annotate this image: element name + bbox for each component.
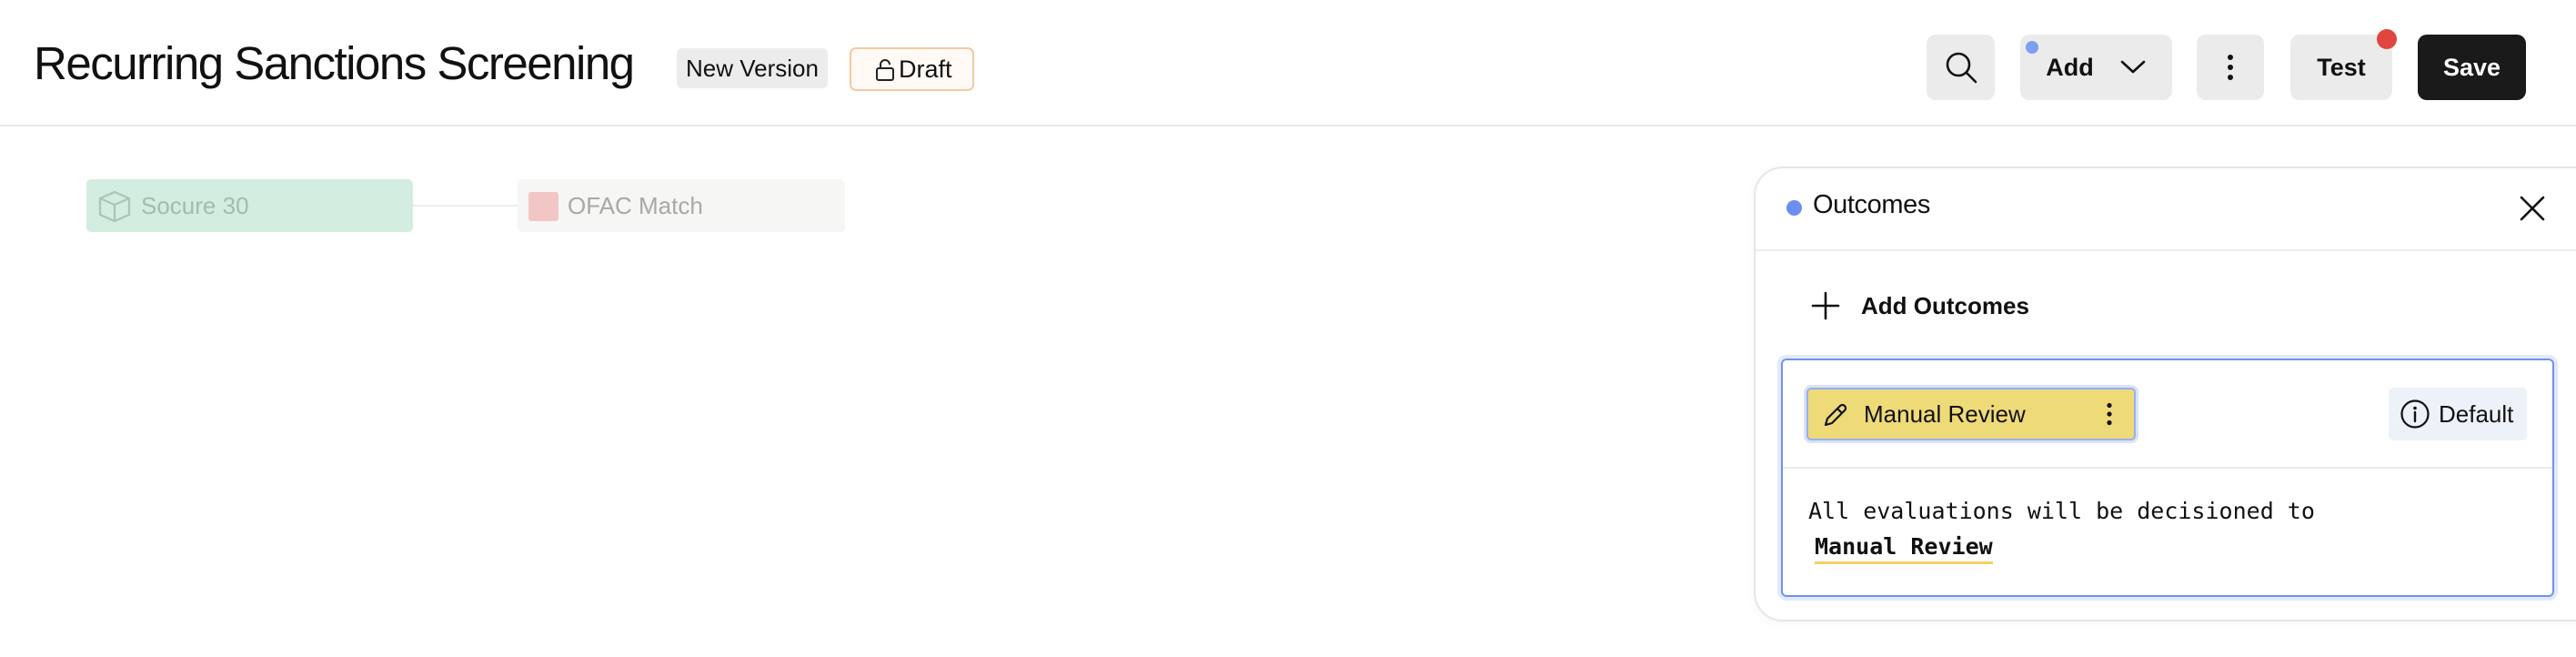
add-indicator-dot bbox=[2026, 41, 2038, 54]
search-button[interactable] bbox=[1927, 35, 1995, 100]
outcome-value: Manual Review bbox=[1815, 532, 1993, 564]
canvas-node-label: OFAC Match bbox=[568, 192, 703, 219]
close-icon[interactable] bbox=[2518, 194, 2547, 223]
add-dropdown-button[interactable]: Add bbox=[2020, 35, 2172, 100]
page-title: Recurring Sanctions Screening bbox=[34, 37, 635, 89]
outcome-card[interactable]: Manual Review Default All evaluations wi… bbox=[1781, 359, 2554, 597]
canvas-node-ofac[interactable]: OFAC Match bbox=[518, 179, 845, 232]
draft-status-label: Draft bbox=[899, 56, 952, 83]
outcome-name-label: Manual Review bbox=[1864, 400, 2026, 428]
add-outcomes-label: Add Outcomes bbox=[1861, 291, 2029, 319]
version-badge: New Version bbox=[677, 48, 828, 88]
test-button[interactable]: Test bbox=[2290, 35, 2392, 100]
add-label: Add bbox=[2046, 53, 2094, 81]
canvas-node-socure[interactable]: Socure 30 bbox=[86, 179, 413, 232]
vertical-ellipsis-icon bbox=[2228, 55, 2233, 80]
vertical-ellipsis-icon[interactable] bbox=[2106, 402, 2113, 426]
info-icon bbox=[2400, 399, 2430, 429]
canvas-node-label: Socure 30 bbox=[141, 192, 249, 219]
node-connector bbox=[413, 205, 518, 207]
unlock-icon bbox=[876, 59, 894, 81]
search-icon bbox=[1946, 52, 1977, 84]
outcome-name-pill[interactable]: Manual Review bbox=[1806, 388, 2136, 440]
test-notification-dot bbox=[2377, 29, 2397, 49]
draft-status-badge[interactable]: Draft bbox=[850, 47, 974, 91]
outcome-description: All evaluations will be decisioned to bbox=[1808, 498, 2315, 524]
cube-icon bbox=[98, 190, 131, 223]
top-bar: Recurring Sanctions Screening New Versio… bbox=[0, 0, 2576, 126]
panel-header: Outcomes bbox=[1756, 168, 2576, 251]
pencil-icon bbox=[1824, 403, 1847, 427]
panel-status-dot bbox=[1786, 200, 1802, 216]
add-outcomes-button[interactable]: Add Outcomes bbox=[1810, 288, 2029, 324]
default-badge: Default bbox=[2389, 388, 2527, 440]
card-divider bbox=[1783, 467, 2552, 469]
plus-icon bbox=[1811, 291, 1840, 320]
square-icon bbox=[528, 192, 558, 221]
outcomes-panel: Outcomes Add Outcomes Manual Review Defa… bbox=[1754, 167, 2576, 622]
save-button[interactable]: Save bbox=[2418, 35, 2526, 100]
default-label: Default bbox=[2439, 399, 2514, 428]
panel-title: Outcomes bbox=[1813, 190, 1930, 219]
chevron-down-icon bbox=[2120, 60, 2146, 74]
more-options-button[interactable] bbox=[2197, 35, 2264, 100]
